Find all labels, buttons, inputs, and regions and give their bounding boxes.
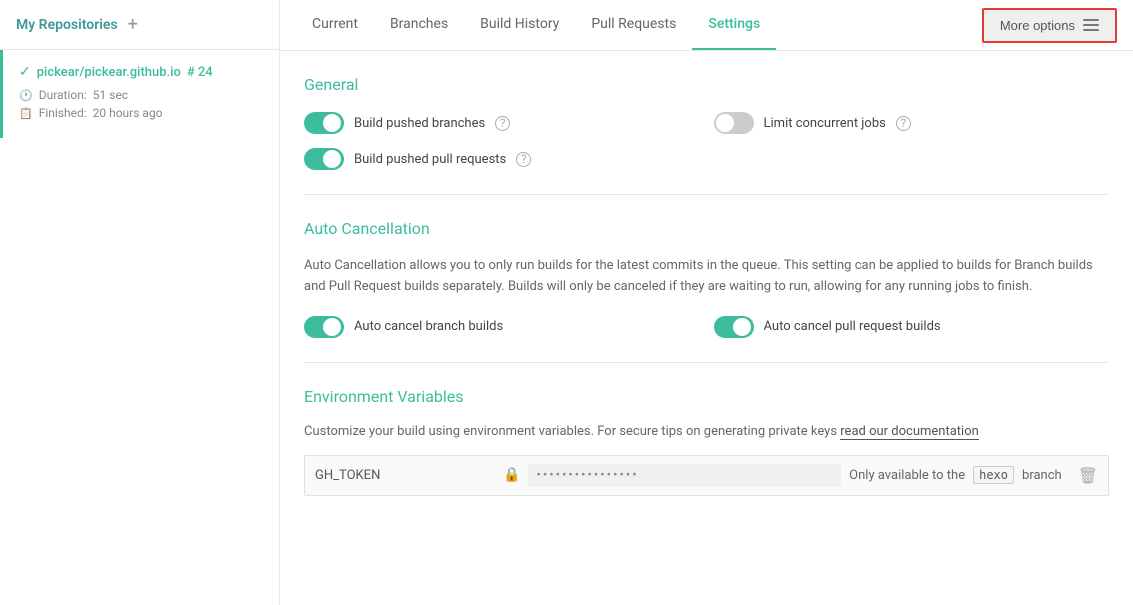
limit-concurrent-jobs-row: Limit concurrent jobs ?	[714, 112, 1110, 134]
build-pushed-pull-requests-label: Build pushed pull requests	[354, 152, 506, 167]
auto-cancel-pull-request-builds-row: Auto cancel pull request builds	[714, 316, 1110, 338]
auto-cancel-branch-builds-label: Auto cancel branch builds	[354, 319, 503, 334]
limit-concurrent-jobs-help[interactable]: ?	[896, 116, 911, 131]
delete-env-button[interactable]: 🗑	[1078, 466, 1098, 485]
nav-tabs: Current Branches Build History Pull Requ…	[296, 0, 776, 50]
top-navigation: Current Branches Build History Pull Requ…	[280, 0, 1133, 51]
env-variables-description: Customize your build using environment v…	[304, 424, 1109, 439]
more-options-label: More options	[1000, 18, 1075, 33]
general-title: General	[304, 75, 1109, 94]
general-toggles: Build pushed branches ? Limit concurrent…	[304, 112, 1109, 170]
tab-build-history[interactable]: Build History	[464, 0, 575, 50]
tab-branches[interactable]: Branches	[374, 0, 464, 50]
build-pushed-branches-row: Build pushed branches ?	[304, 112, 700, 134]
repository-item[interactable]: ✓ pickear/pickear.github.io # 24 🕐 Durat…	[0, 50, 279, 138]
build-pushed-branches-label: Build pushed branches	[354, 116, 485, 131]
auto-cancellation-section: Auto Cancellation Auto Cancellation allo…	[304, 219, 1109, 338]
clock-icon: 🕐	[19, 89, 33, 102]
auto-cancel-pull-request-builds-toggle[interactable]	[714, 316, 754, 338]
auto-cancellation-title: Auto Cancellation	[304, 219, 1109, 238]
auto-cancellation-description: Auto Cancellation allows you to only run…	[304, 256, 1109, 298]
sidebar-title: My Repositories	[16, 17, 118, 33]
main-area: Current Branches Build History Pull Requ…	[280, 0, 1133, 605]
sidebar-header: My Repositories +	[0, 0, 279, 50]
build-pushed-branches-help[interactable]: ?	[495, 116, 510, 131]
tab-settings[interactable]: Settings	[692, 0, 776, 50]
build-pushed-pull-requests-help[interactable]: ?	[516, 152, 531, 167]
limit-concurrent-jobs-toggle[interactable]	[714, 112, 754, 134]
env-variables-section: Environment Variables Customize your bui…	[304, 387, 1109, 496]
repo-meta: 🕐 Duration: 51 sec 📋 Finished: 20 hours …	[19, 88, 263, 120]
repo-name: ✓ pickear/pickear.github.io # 24	[19, 64, 263, 80]
build-pushed-pull-requests-toggle[interactable]	[304, 148, 344, 170]
auto-cancel-branch-builds-row: Auto cancel branch builds	[304, 316, 700, 338]
env-branch-suffix: branch	[1022, 468, 1062, 483]
auto-cancellation-divider	[304, 362, 1109, 363]
auto-cancel-pull-request-builds-label: Auto cancel pull request builds	[764, 319, 941, 334]
auto-cancellation-toggles: Auto cancel branch builds Auto cancel pu…	[304, 316, 1109, 338]
add-repository-button[interactable]: +	[128, 14, 138, 35]
sidebar: My Repositories + ✓ pickear/pickear.gith…	[0, 0, 280, 605]
hamburger-icon	[1083, 19, 1099, 31]
settings-content: General Build pushed branches ? Limit co…	[280, 51, 1133, 605]
env-key: GH_TOKEN	[315, 468, 495, 483]
read-documentation-link[interactable]: read our documentation	[840, 424, 979, 440]
env-branch: hexo	[973, 466, 1014, 484]
tab-current[interactable]: Current	[296, 0, 374, 50]
build-pushed-branches-toggle[interactable]	[304, 112, 344, 134]
env-variables-title: Environment Variables	[304, 387, 1109, 406]
calendar-icon: 📋	[19, 107, 33, 120]
general-section: General Build pushed branches ? Limit co…	[304, 75, 1109, 170]
lock-icon: 🔒	[503, 467, 520, 483]
more-options-button[interactable]: More options	[982, 8, 1117, 43]
tab-pull-requests[interactable]: Pull Requests	[575, 0, 692, 50]
auto-cancel-branch-builds-toggle[interactable]	[304, 316, 344, 338]
env-value: ••••••••••••••••	[528, 464, 841, 487]
build-pushed-pull-requests-row: Build pushed pull requests ?	[304, 148, 700, 170]
general-divider	[304, 194, 1109, 195]
limit-concurrent-jobs-label: Limit concurrent jobs	[764, 116, 886, 131]
env-available-text: Only available to the	[849, 468, 965, 483]
env-variable-row: GH_TOKEN 🔒 •••••••••••••••• Only availab…	[304, 455, 1109, 496]
